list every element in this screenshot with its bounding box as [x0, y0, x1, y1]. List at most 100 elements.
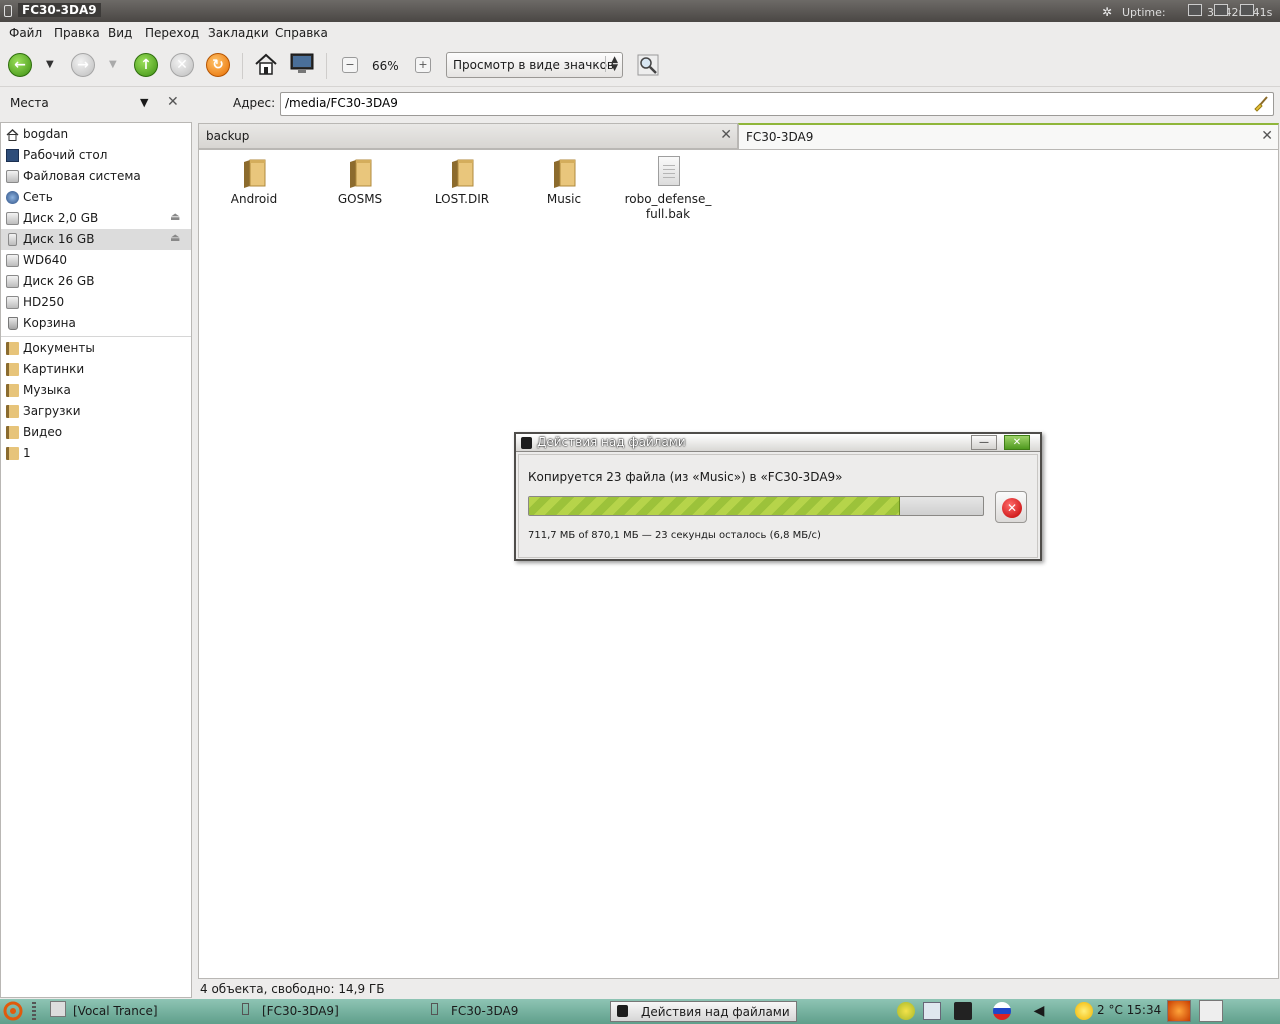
firefox-icon[interactable]	[1167, 1000, 1191, 1022]
sidebar-item-label: Музыка	[23, 383, 71, 397]
taskbar-handle[interactable]	[32, 1002, 36, 1020]
home-icon	[6, 129, 19, 141]
network-manager-icon[interactable]	[923, 1002, 941, 1020]
eject-icon[interactable]: ⏏	[170, 231, 180, 244]
sidebar-item-label: Рабочий стол	[23, 148, 108, 162]
keyboard-layout-icon[interactable]	[993, 1002, 1011, 1020]
task-fc30-3da9[interactable]: FC30-3DA9	[427, 1001, 607, 1022]
dialog-close-button[interactable]: ✕	[1004, 435, 1030, 450]
task-file-operations[interactable]: Действия над файлами	[610, 1001, 797, 1022]
taskbar: [Vocal Trance] [FC30-3DA9] FC30-3DA9 Дей…	[0, 999, 1280, 1024]
up-button[interactable]: ↑	[134, 53, 158, 77]
forward-history-chevron-icon[interactable]: ▼	[109, 59, 117, 70]
sidebar-item-music[interactable]: Музыка	[1, 380, 191, 401]
window-titlebar[interactable]: FC30-3DA9 ✲ Uptime: 3h 42m 41s	[0, 0, 1280, 22]
volume-icon[interactable]: ◀	[1030, 1002, 1048, 1020]
view-mode-select[interactable]: Просмотр в виде значков ▲ ▼	[446, 52, 623, 78]
task-vocal-trance[interactable]: [Vocal Trance]	[48, 1001, 233, 1022]
task-fc30-3da9-min[interactable]: [FC30-3DA9]	[238, 1001, 423, 1022]
back-button[interactable]: ←	[8, 53, 32, 77]
reload-button[interactable]: ↻	[206, 53, 230, 77]
close-sidebar-icon[interactable]: ✕	[167, 94, 179, 110]
file-item-gosms[interactable]: GOSMS	[310, 156, 410, 207]
home-icon[interactable]	[254, 52, 278, 76]
file-item-android[interactable]: Android	[204, 156, 304, 207]
drive-icon	[6, 296, 19, 309]
close-window-button[interactable]	[1240, 4, 1254, 16]
sidebar-item-downloads[interactable]: Загрузки	[1, 401, 191, 422]
sidebar-item-pictures[interactable]: Картинки	[1, 359, 191, 380]
ubuntu-menu-icon[interactable]	[3, 1001, 23, 1021]
computer-icon[interactable]	[290, 53, 314, 75]
forward-button[interactable]: →	[71, 53, 95, 77]
dialog-title: Действия над файлами	[537, 435, 686, 449]
back-history-chevron-icon[interactable]: ▼	[46, 59, 54, 70]
file-name: Music	[546, 192, 582, 206]
clock-area[interactable]: 2 °C 15:34	[1097, 1003, 1161, 1017]
search-icon[interactable]	[637, 54, 659, 76]
sidebar-item-home[interactable]: bogdan	[1, 124, 191, 145]
file-item-lost-dir[interactable]: LOST.DIR	[412, 156, 512, 207]
sidebar-item-videos[interactable]: Видео	[1, 422, 191, 443]
eject-icon[interactable]: ⏏	[170, 210, 180, 223]
sidebar-item-disk-2gb[interactable]: Диск 2,0 GB ⏏	[1, 208, 191, 229]
zoom-level: 66%	[372, 59, 399, 73]
sidebar-item-label: HD250	[23, 295, 65, 309]
menu-help[interactable]: Справка	[275, 26, 328, 40]
view-mode-label: Просмотр в виде значков	[453, 58, 614, 72]
dialog-titlebar[interactable]: Действия над файлами — ✕	[516, 434, 1040, 452]
dialog-minimize-button[interactable]: —	[971, 435, 997, 450]
menu-file[interactable]: Файл	[9, 26, 42, 40]
folder-icon	[6, 363, 19, 376]
usb-tray-icon[interactable]	[954, 1002, 972, 1020]
stop-button[interactable]: ✕	[170, 53, 194, 77]
updown-chevron-icon: ▲ ▼	[605, 56, 618, 73]
zoom-out-button[interactable]: −	[342, 57, 358, 73]
address-input[interactable]	[285, 96, 1245, 110]
sidebar-item-desktop[interactable]: Рабочий стол	[1, 145, 191, 166]
maximize-button[interactable]	[1214, 4, 1228, 16]
file-item-music[interactable]: Music	[514, 156, 614, 207]
cancel-copy-button[interactable]: ✕	[995, 491, 1027, 523]
tab-backup[interactable]: backup ✕	[198, 123, 738, 149]
weather-sun-icon[interactable]	[1075, 1002, 1093, 1020]
folder-icon	[554, 159, 576, 188]
address-field[interactable]	[280, 92, 1274, 116]
folder-icon	[6, 447, 19, 460]
clock-time: 15:34	[1126, 1003, 1162, 1017]
copy-message: Копируется 23 файла (из «Music») в «FC30…	[528, 470, 843, 484]
sidebar-item-trash[interactable]: Корзина	[1, 313, 191, 334]
messenger-icon[interactable]	[897, 1002, 915, 1020]
minimize-button[interactable]	[1188, 4, 1202, 16]
task-label: Действия над файлами	[641, 1005, 790, 1019]
sidebar-item-1[interactable]: 1	[1, 443, 191, 464]
places-dropdown-chevron-icon[interactable]: ▼	[140, 96, 148, 109]
clear-address-icon[interactable]	[1253, 96, 1269, 112]
tab-label: FC30-3DA9	[746, 130, 814, 144]
file-name-line: robo_defense_	[624, 192, 712, 206]
show-desktop-icon[interactable]	[1199, 1000, 1223, 1022]
document-icon	[658, 156, 680, 186]
sidebar-item-disk-26gb[interactable]: Диск 26 GB	[1, 271, 191, 292]
close-tab-icon[interactable]: ✕	[1261, 128, 1273, 144]
folder-icon	[452, 159, 474, 188]
address-label: Адрес:	[233, 96, 276, 110]
sidebar-item-documents[interactable]: Документы	[1, 338, 191, 359]
file-view[interactable]: Android GOSMS LOST.DIR Music robo_defens…	[198, 149, 1279, 979]
zoom-in-button[interactable]: +	[415, 57, 431, 73]
sidebar-item-wd640[interactable]: WD640	[1, 250, 191, 271]
status-text: 4 объекта, свободно: 14,9 ГБ	[200, 982, 385, 996]
sidebar-item-network[interactable]: Сеть	[1, 187, 191, 208]
tab-fc30-3da9[interactable]: FC30-3DA9 ✕	[738, 123, 1279, 149]
sidebar-item-hd250[interactable]: HD250	[1, 292, 191, 313]
menu-view[interactable]: Вид	[108, 26, 132, 40]
menu-edit[interactable]: Правка	[54, 26, 100, 40]
sidebar-item-disk-16gb[interactable]: Диск 16 GB ⏏	[1, 229, 191, 250]
menu-go[interactable]: Переход	[145, 26, 199, 40]
sidebar-item-filesystem[interactable]: Файловая система	[1, 166, 191, 187]
file-item-robo-defense[interactable]: robo_defense_ full.bak	[618, 156, 718, 222]
drive-icon	[6, 212, 19, 225]
menu-bookmarks[interactable]: Закладки	[208, 26, 269, 40]
desktop-icon	[6, 149, 19, 162]
close-tab-icon[interactable]: ✕	[720, 127, 732, 143]
